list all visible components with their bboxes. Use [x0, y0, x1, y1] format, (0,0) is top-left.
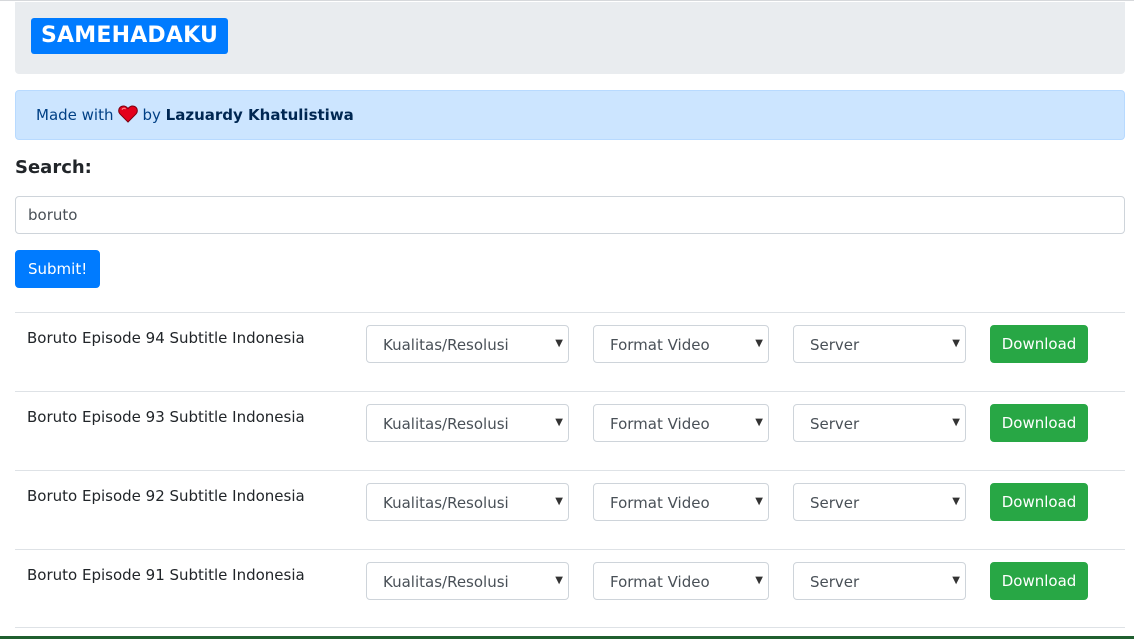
episode-title: Boruto Episode 94 Subtitle Indonesia — [27, 329, 305, 347]
episode-title: Boruto Episode 91 Subtitle Indonesia — [27, 566, 305, 584]
dropdown-caret-icon: ▼ — [555, 496, 563, 507]
server-select[interactable]: Server ▼ — [793, 562, 966, 600]
dropdown-caret-icon: ▼ — [952, 575, 960, 586]
dropdown-caret-icon: ▼ — [755, 496, 763, 507]
result-row: Boruto Episode 94 Subtitle Indonesia Kua… — [15, 312, 1125, 391]
format-select[interactable]: Format Video ▼ — [593, 483, 769, 521]
top-border — [0, 0, 1134, 1]
download-button[interactable]: Download — [990, 325, 1088, 363]
server-select-value: Server — [810, 573, 860, 591]
episode-title: Boruto Episode 93 Subtitle Indonesia — [27, 408, 305, 426]
quality-select-value: Kualitas/Resolusi — [383, 573, 509, 591]
dropdown-caret-icon: ▼ — [755, 575, 763, 586]
episode-title: Boruto Episode 92 Subtitle Indonesia — [27, 487, 305, 505]
quality-select-value: Kualitas/Resolusi — [383, 494, 509, 512]
dropdown-caret-icon: ▼ — [755, 417, 763, 428]
quality-select[interactable]: Kualitas/Resolusi ▼ — [366, 483, 569, 521]
submit-button[interactable]: Submit! — [15, 250, 101, 288]
server-select-value: Server — [810, 415, 860, 433]
server-select-value: Server — [810, 336, 860, 354]
dropdown-caret-icon: ▼ — [555, 417, 563, 428]
result-row: Boruto Episode 92 Subtitle Indonesia Kua… — [15, 470, 1125, 549]
brand-logo[interactable]: SAMEHADAKU — [31, 18, 229, 54]
server-select[interactable]: Server ▼ — [793, 325, 966, 363]
dropdown-caret-icon: ▼ — [555, 575, 563, 586]
by-text: by — [142, 106, 161, 124]
download-button[interactable]: Download — [990, 562, 1088, 600]
download-button[interactable]: Download — [990, 404, 1088, 442]
format-select[interactable]: Format Video ▼ — [593, 404, 769, 442]
quality-select[interactable]: Kualitas/Resolusi ▼ — [366, 325, 569, 363]
dropdown-caret-icon: ▼ — [952, 338, 960, 349]
quality-select[interactable]: Kualitas/Resolusi ▼ — [366, 404, 569, 442]
search-input[interactable] — [15, 196, 1125, 234]
search-label: Search: — [15, 157, 92, 178]
credit-banner: Made with by Lazuardy Khatulistiwa — [15, 90, 1125, 140]
quality-select[interactable]: Kualitas/Resolusi ▼ — [366, 562, 569, 600]
results-list: Boruto Episode 94 Subtitle Indonesia Kua… — [15, 312, 1125, 628]
server-select[interactable]: Server ▼ — [793, 404, 966, 442]
dropdown-caret-icon: ▼ — [555, 338, 563, 349]
format-select[interactable]: Format Video ▼ — [593, 562, 769, 600]
format-select-value: Format Video — [610, 494, 710, 512]
result-row: Boruto Episode 93 Subtitle Indonesia Kua… — [15, 391, 1125, 470]
dropdown-caret-icon: ▼ — [952, 496, 960, 507]
made-with-text: Made with — [36, 106, 114, 124]
format-select-value: Format Video — [610, 336, 710, 354]
quality-select-value: Kualitas/Resolusi — [383, 415, 509, 433]
format-select[interactable]: Format Video ▼ — [593, 325, 769, 363]
download-button[interactable]: Download — [990, 483, 1088, 521]
dropdown-caret-icon: ▼ — [952, 417, 960, 428]
header-jumbotron: SAMEHADAKU — [15, 2, 1125, 74]
author-name: Lazuardy Khatulistiwa — [165, 106, 354, 124]
dropdown-caret-icon: ▼ — [755, 338, 763, 349]
heart-icon — [118, 105, 139, 123]
quality-select-value: Kualitas/Resolusi — [383, 336, 509, 354]
format-select-value: Format Video — [610, 415, 710, 433]
server-select-value: Server — [810, 494, 860, 512]
format-select-value: Format Video — [610, 573, 710, 591]
result-row: Boruto Episode 91 Subtitle Indonesia Kua… — [15, 549, 1125, 628]
server-select[interactable]: Server ▼ — [793, 483, 966, 521]
